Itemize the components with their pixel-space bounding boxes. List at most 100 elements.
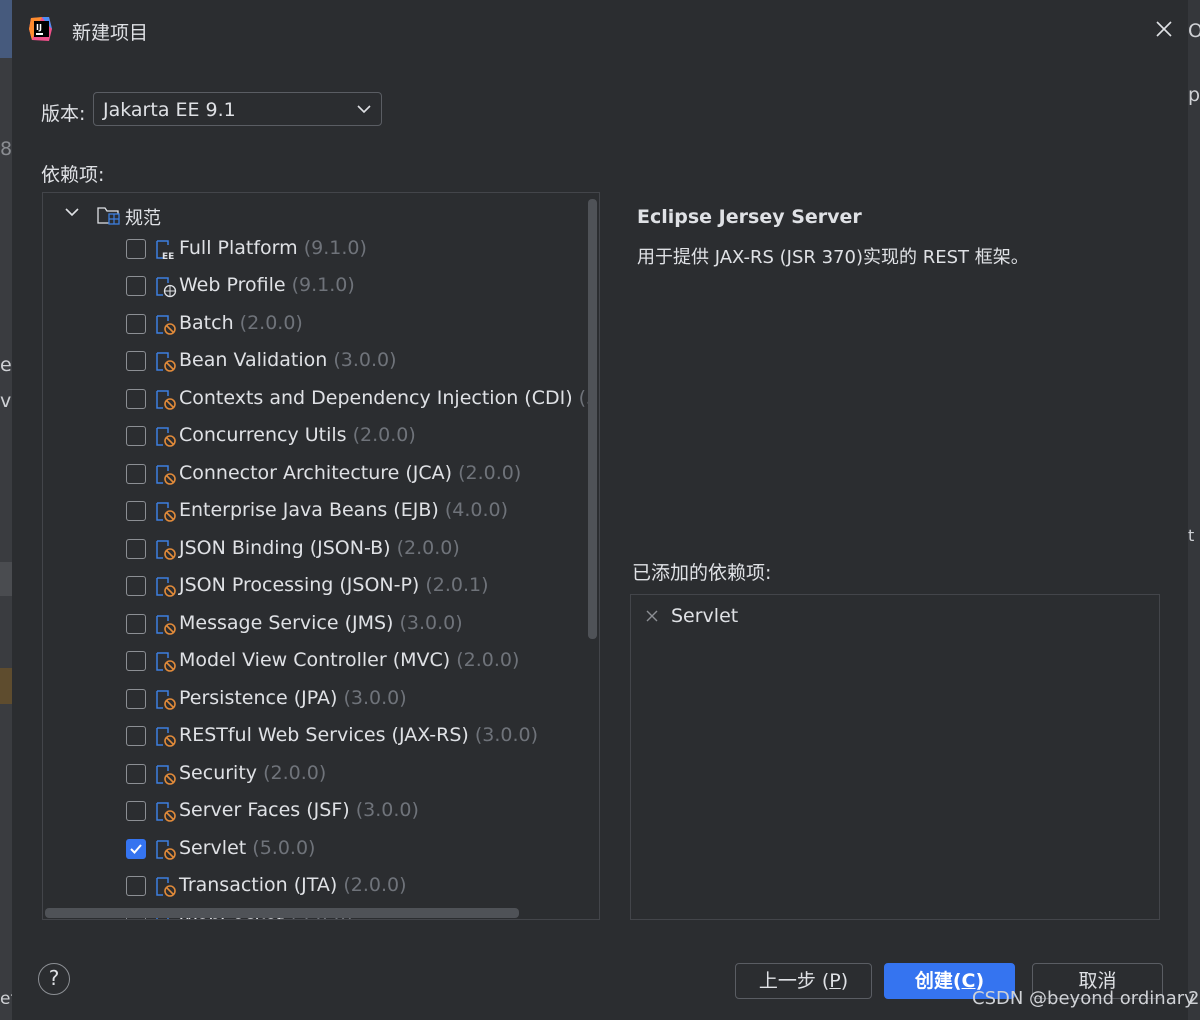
checkbox[interactable] (126, 314, 146, 334)
dependency-label: Transaction (JTA) (2.0.0) (179, 874, 407, 896)
dependency-item-mvc[interactable]: Model View Controller (MVC) (2.0.0) (43, 645, 599, 679)
checkbox[interactable] (126, 389, 146, 409)
dependency-item-jta[interactable]: Transaction (JTA) (2.0.0) (43, 870, 599, 904)
svg-text:IJ: IJ (36, 23, 42, 32)
dialog-title: 新建项目 (72, 22, 149, 44)
dependency-label: Message Service (JMS) (3.0.0) (179, 612, 463, 634)
dependency-item-jca[interactable]: Connector Architecture (JCA) (2.0.0) (43, 458, 599, 492)
dependency-label: Full Platform (9.1.0) (179, 237, 367, 259)
web-profile-icon (156, 277, 177, 298)
version-selected-value: Jakarta EE 9.1 (103, 99, 236, 121)
spec-module-icon (156, 877, 176, 897)
create-button-label: 创建( (914, 970, 962, 992)
dependency-label: Contexts and Dependency Injection (CDI) … (179, 387, 599, 409)
spec-module-icon (156, 690, 176, 710)
dependency-label: Batch (2.0.0) (179, 312, 303, 334)
dependency-item-web-profile[interactable]: Web Profile (9.1.0) (43, 270, 599, 304)
dependency-item-json-binding[interactable]: JSON Binding (JSON-B) (2.0.0) (43, 533, 599, 567)
intellij-app-icon: IJ (29, 17, 52, 41)
spec-module-icon (156, 727, 176, 747)
dependency-item-ejb[interactable]: Enterprise Java Beans (EJB) (4.0.0) (43, 495, 599, 529)
dependency-label: JSON Binding (JSON-B) (2.0.0) (179, 537, 460, 559)
spec-module-icon (156, 840, 176, 860)
dependency-label: Connector Architecture (JCA) (2.0.0) (179, 462, 522, 484)
dependency-item-concurrency-utils[interactable]: Concurrency Utils (2.0.0) (43, 420, 599, 454)
checkbox[interactable] (126, 464, 146, 484)
background-text-fragment: v (0, 390, 12, 412)
dependency-item-jms[interactable]: Message Service (JMS) (3.0.0) (43, 608, 599, 642)
dependency-label: Security (2.0.0) (179, 762, 327, 784)
checkbox[interactable] (126, 801, 146, 821)
spec-module-icon (156, 765, 176, 785)
checkbox[interactable] (126, 276, 146, 296)
background-row (0, 562, 12, 596)
dependency-item-jpa[interactable]: Persistence (JPA) (3.0.0) (43, 683, 599, 717)
dependency-item-security[interactable]: Security (2.0.0) (43, 758, 599, 792)
checkbox[interactable] (126, 876, 146, 896)
background-text-fragment: Or (1188, 20, 1200, 42)
spec-module-icon (156, 502, 176, 522)
new-project-dialog: IJ 新建项目 版本: Jakarta EE 9.1 依赖项: 规范 EE Fu… (12, 0, 1188, 1010)
background-text-fragment: p (1188, 84, 1200, 106)
dependency-label: Enterprise Java Beans (EJB) (4.0.0) (179, 499, 508, 521)
checkbox[interactable] (126, 764, 146, 784)
vertical-scrollbar[interactable] (588, 199, 597, 639)
chevron-down-icon[interactable] (65, 208, 79, 217)
dependency-label: Bean Validation (3.0.0) (179, 349, 397, 371)
checkbox[interactable] (126, 689, 146, 709)
remove-icon[interactable] (645, 609, 659, 623)
horizontal-scrollbar[interactable] (45, 908, 519, 918)
version-dropdown[interactable]: Jakarta EE 9.1 (93, 92, 382, 126)
dependency-label: Web Profile (9.1.0) (179, 274, 355, 296)
checkbox[interactable] (126, 239, 146, 259)
spec-module-icon (156, 802, 176, 822)
tree-group-specifications[interactable]: 规范 (43, 201, 583, 231)
background-tab (0, 0, 12, 58)
checkbox[interactable] (126, 651, 146, 671)
background-text-fragment: t F (1188, 526, 1200, 545)
dependency-label: Servlet (5.0.0) (179, 837, 316, 859)
back-button[interactable]: 上一步 (P) (735, 963, 872, 999)
chevron-down-icon (357, 105, 371, 114)
ee-platform-icon: EE (156, 240, 174, 262)
module-folder-icon (97, 207, 120, 225)
close-icon[interactable] (1152, 17, 1176, 41)
checkbox[interactable] (126, 351, 146, 371)
dependencies-label: 依赖项: (41, 164, 105, 186)
dependency-item-full-platform[interactable]: EE Full Platform (9.1.0) (43, 233, 599, 267)
dependency-item-jsf[interactable]: Server Faces (JSF) (3.0.0) (43, 795, 599, 829)
dependency-label: RESTful Web Services (JAX-RS) (3.0.0) (179, 724, 539, 746)
spec-module-icon (156, 390, 176, 410)
dependency-item-jax-rs[interactable]: RESTful Web Services (JAX-RS) (3.0.0) (43, 720, 599, 754)
background-window-left: 本 8 e. v et (0, 0, 19, 1020)
checkbox[interactable] (126, 426, 146, 446)
tree-group-label: 规范 (125, 208, 161, 229)
dependency-item-servlet[interactable]: Servlet (5.0.0) (43, 833, 599, 867)
watermark-text: CSDN @beyond ordinary (972, 988, 1195, 1009)
dialog-titlebar[interactable]: IJ 新建项目 (12, 0, 1188, 60)
checkbox[interactable] (126, 501, 146, 521)
background-window-right: Or p t F 2 (1188, 0, 1200, 1020)
dependency-item-batch[interactable]: Batch (2.0.0) (43, 308, 599, 342)
back-button-label: 上一步 ( (758, 970, 830, 992)
dependency-detail-title: Eclipse Jersey Server (637, 206, 862, 228)
help-button[interactable]: ? (38, 963, 70, 995)
checkbox-checked[interactable] (126, 839, 146, 859)
added-dependencies-list: Servlet (630, 594, 1160, 920)
added-dependencies-label: 已添加的依赖项: (632, 562, 772, 584)
checkbox[interactable] (126, 614, 146, 634)
version-label: 版本: (41, 103, 86, 125)
checkbox[interactable] (126, 576, 146, 596)
back-button-label-end: ) (840, 970, 849, 992)
spec-module-icon (156, 352, 176, 372)
dependency-item-bean-validation[interactable]: Bean Validation (3.0.0) (43, 345, 599, 379)
added-dependency-label: Servlet (671, 605, 739, 627)
dependency-item-json-processing[interactable]: JSON Processing (JSON-P) (2.0.1) (43, 570, 599, 604)
dependency-item-cdi[interactable]: Contexts and Dependency Injection (CDI) … (43, 383, 599, 417)
spec-module-icon (156, 315, 176, 335)
checkbox[interactable] (126, 539, 146, 559)
dependency-label: Concurrency Utils (2.0.0) (179, 424, 416, 446)
checkbox[interactable] (126, 726, 146, 746)
spec-module-icon (156, 465, 176, 485)
dependency-detail-description: 用于提供 JAX-RS (JSR 370)实现的 REST 框架。 (637, 247, 1029, 268)
